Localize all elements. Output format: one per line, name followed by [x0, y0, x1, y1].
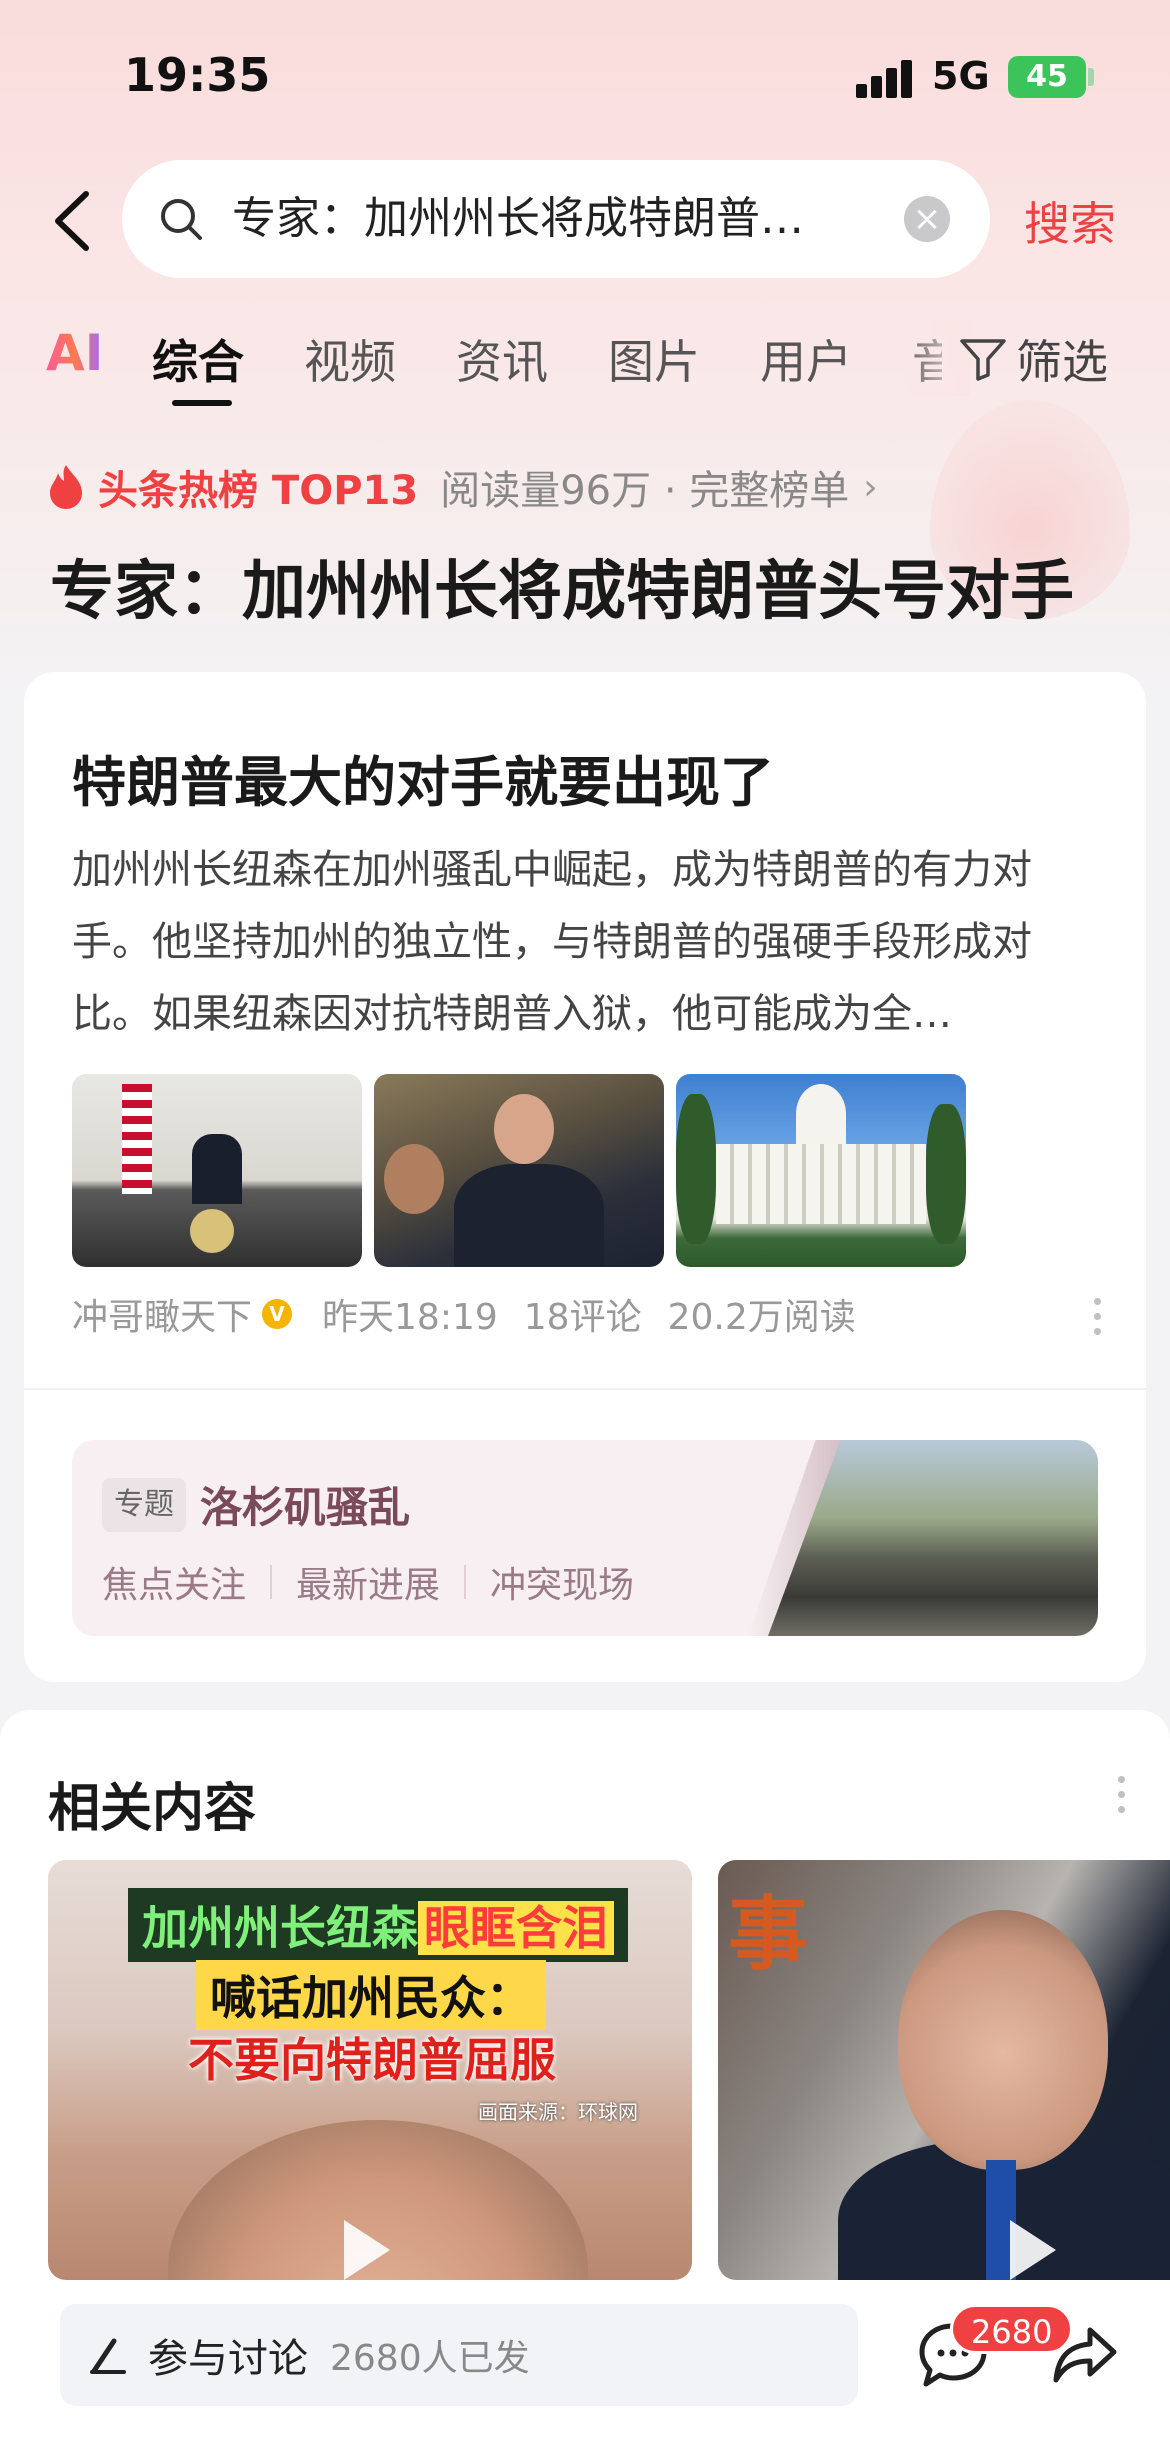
- more-options-icon[interactable]: [1118, 1776, 1126, 1816]
- status-time: 19:35: [124, 48, 271, 102]
- filter-icon: [960, 339, 1006, 381]
- play-icon[interactable]: [1010, 2220, 1056, 2280]
- topic-tag: 专题: [102, 1478, 186, 1532]
- topic-link-scene[interactable]: 冲突现场: [490, 1556, 634, 1608]
- video-caption: 事: [728, 1888, 808, 1981]
- tab-ai[interactable]: AI: [46, 324, 103, 382]
- video-caption: 不要向特朗普屈服: [188, 2033, 556, 2087]
- more-options-icon[interactable]: [1094, 1298, 1102, 1338]
- related-title: 相关内容: [48, 1779, 257, 1839]
- article-meta: 冲哥瞰天下 V 昨天18:19 18评论 20.2万阅读: [72, 1288, 856, 1340]
- article-title[interactable]: 特朗普最大的对手就要出现了: [72, 738, 774, 817]
- topic-links: 焦点关注 最新进展 冲突现场: [102, 1556, 634, 1608]
- divider: [24, 1388, 1146, 1390]
- thumbnail-image[interactable]: [676, 1074, 966, 1267]
- chevron-left-icon: [55, 191, 89, 251]
- signal-icon: [856, 58, 916, 98]
- hot-list-meta: 阅读量96万 · 完整榜单: [440, 468, 850, 514]
- hot-list-label: 头条热榜 TOP13: [98, 468, 419, 514]
- tab-users[interactable]: 用户: [760, 326, 852, 392]
- status-bar: 19:35 5G 45: [0, 0, 1170, 150]
- share-icon[interactable]: [1052, 2324, 1118, 2386]
- topic-link-focus[interactable]: 焦点关注: [102, 1556, 246, 1608]
- clear-search-button[interactable]: ×: [904, 196, 950, 242]
- article-summary: 加州州长纽森在加州骚乱中崛起，成为特朗普的有力对手。他坚持加州的独立性，与特朗普…: [72, 847, 1032, 1037]
- comment-count: 18评论: [523, 1297, 642, 1338]
- related-video-card[interactable]: 事: [718, 1860, 1170, 2280]
- discuss-input[interactable]: 参与讨论 2680人已发: [60, 2304, 858, 2406]
- page-title: 专家：加州州长将成特朗普头号对手: [50, 555, 1074, 629]
- search-input[interactable]: 专家：加州州长将成特朗普…: [232, 188, 872, 250]
- tab-news[interactable]: 资讯: [456, 326, 548, 392]
- article-card[interactable]: 特朗普最大的对手就要出现了 加州州长纽森在加州骚乱中崛起，成为特朗普的有力对手。…: [24, 672, 1146, 1682]
- pen-icon: [90, 2338, 126, 2374]
- tab-images[interactable]: 图片: [608, 326, 700, 392]
- filter-label: 筛选: [1016, 335, 1108, 389]
- chevron-right-icon: ›: [863, 466, 878, 508]
- verified-icon: V: [262, 1299, 293, 1329]
- divider: [464, 1565, 467, 1599]
- read-count: 20.2万阅读: [667, 1297, 856, 1338]
- search-box[interactable]: 专家：加州州长将成特朗普… ×: [122, 160, 990, 278]
- close-icon: ×: [912, 199, 942, 239]
- divider: [270, 1565, 273, 1599]
- tab-video[interactable]: 视频: [304, 326, 396, 392]
- battery-tip: [1088, 68, 1094, 86]
- topic-title[interactable]: 洛杉矶骚乱: [200, 1474, 410, 1535]
- battery-level: 45: [1026, 59, 1068, 94]
- video-source: 画面来源：环球网: [478, 2100, 638, 2124]
- bottom-bar: 参与讨论 2680人已发 2680: [0, 2280, 1170, 2452]
- active-tab-indicator: [172, 400, 232, 406]
- video-thumbnail-face: [898, 1910, 1108, 2170]
- network-label: 5G: [932, 54, 990, 98]
- battery-icon: 45: [1008, 56, 1086, 98]
- publish-time: 昨天18:19: [322, 1297, 498, 1338]
- topic-link-latest[interactable]: 最新进展: [296, 1556, 440, 1608]
- search-icon: [161, 199, 202, 240]
- filter-button[interactable]: 筛选: [958, 326, 1108, 392]
- video-caption: 喊话加州民众：: [196, 1960, 546, 2030]
- tab-comprehensive[interactable]: 综合: [152, 326, 244, 392]
- topic-card[interactable]: 专题 洛杉矶骚乱 焦点关注 最新进展 冲突现场: [72, 1440, 1098, 1636]
- author-name[interactable]: 冲哥瞰天下: [72, 1288, 252, 1340]
- play-icon[interactable]: [344, 2220, 390, 2280]
- thumbnail-image[interactable]: [374, 1074, 664, 1267]
- thumbnail-image[interactable]: [72, 1074, 362, 1267]
- hot-list-row[interactable]: 头条热榜 TOP13 阅读量96万 · 完整榜单 ›: [46, 458, 878, 516]
- flame-icon: [50, 465, 82, 509]
- search-button[interactable]: 搜索: [1024, 188, 1116, 254]
- video-caption: 加州州长纽森 眼眶含泪: [128, 1888, 628, 1962]
- related-video-card[interactable]: 加州州长纽森 眼眶含泪 喊话加州民众： 不要向特朗普屈服 画面来源：环球网: [48, 1860, 692, 2280]
- discuss-count: 2680人已发: [330, 2338, 530, 2379]
- discuss-label: 参与讨论: [148, 2336, 308, 2382]
- article-thumbnails: [72, 1074, 966, 1267]
- back-button[interactable]: [44, 186, 104, 256]
